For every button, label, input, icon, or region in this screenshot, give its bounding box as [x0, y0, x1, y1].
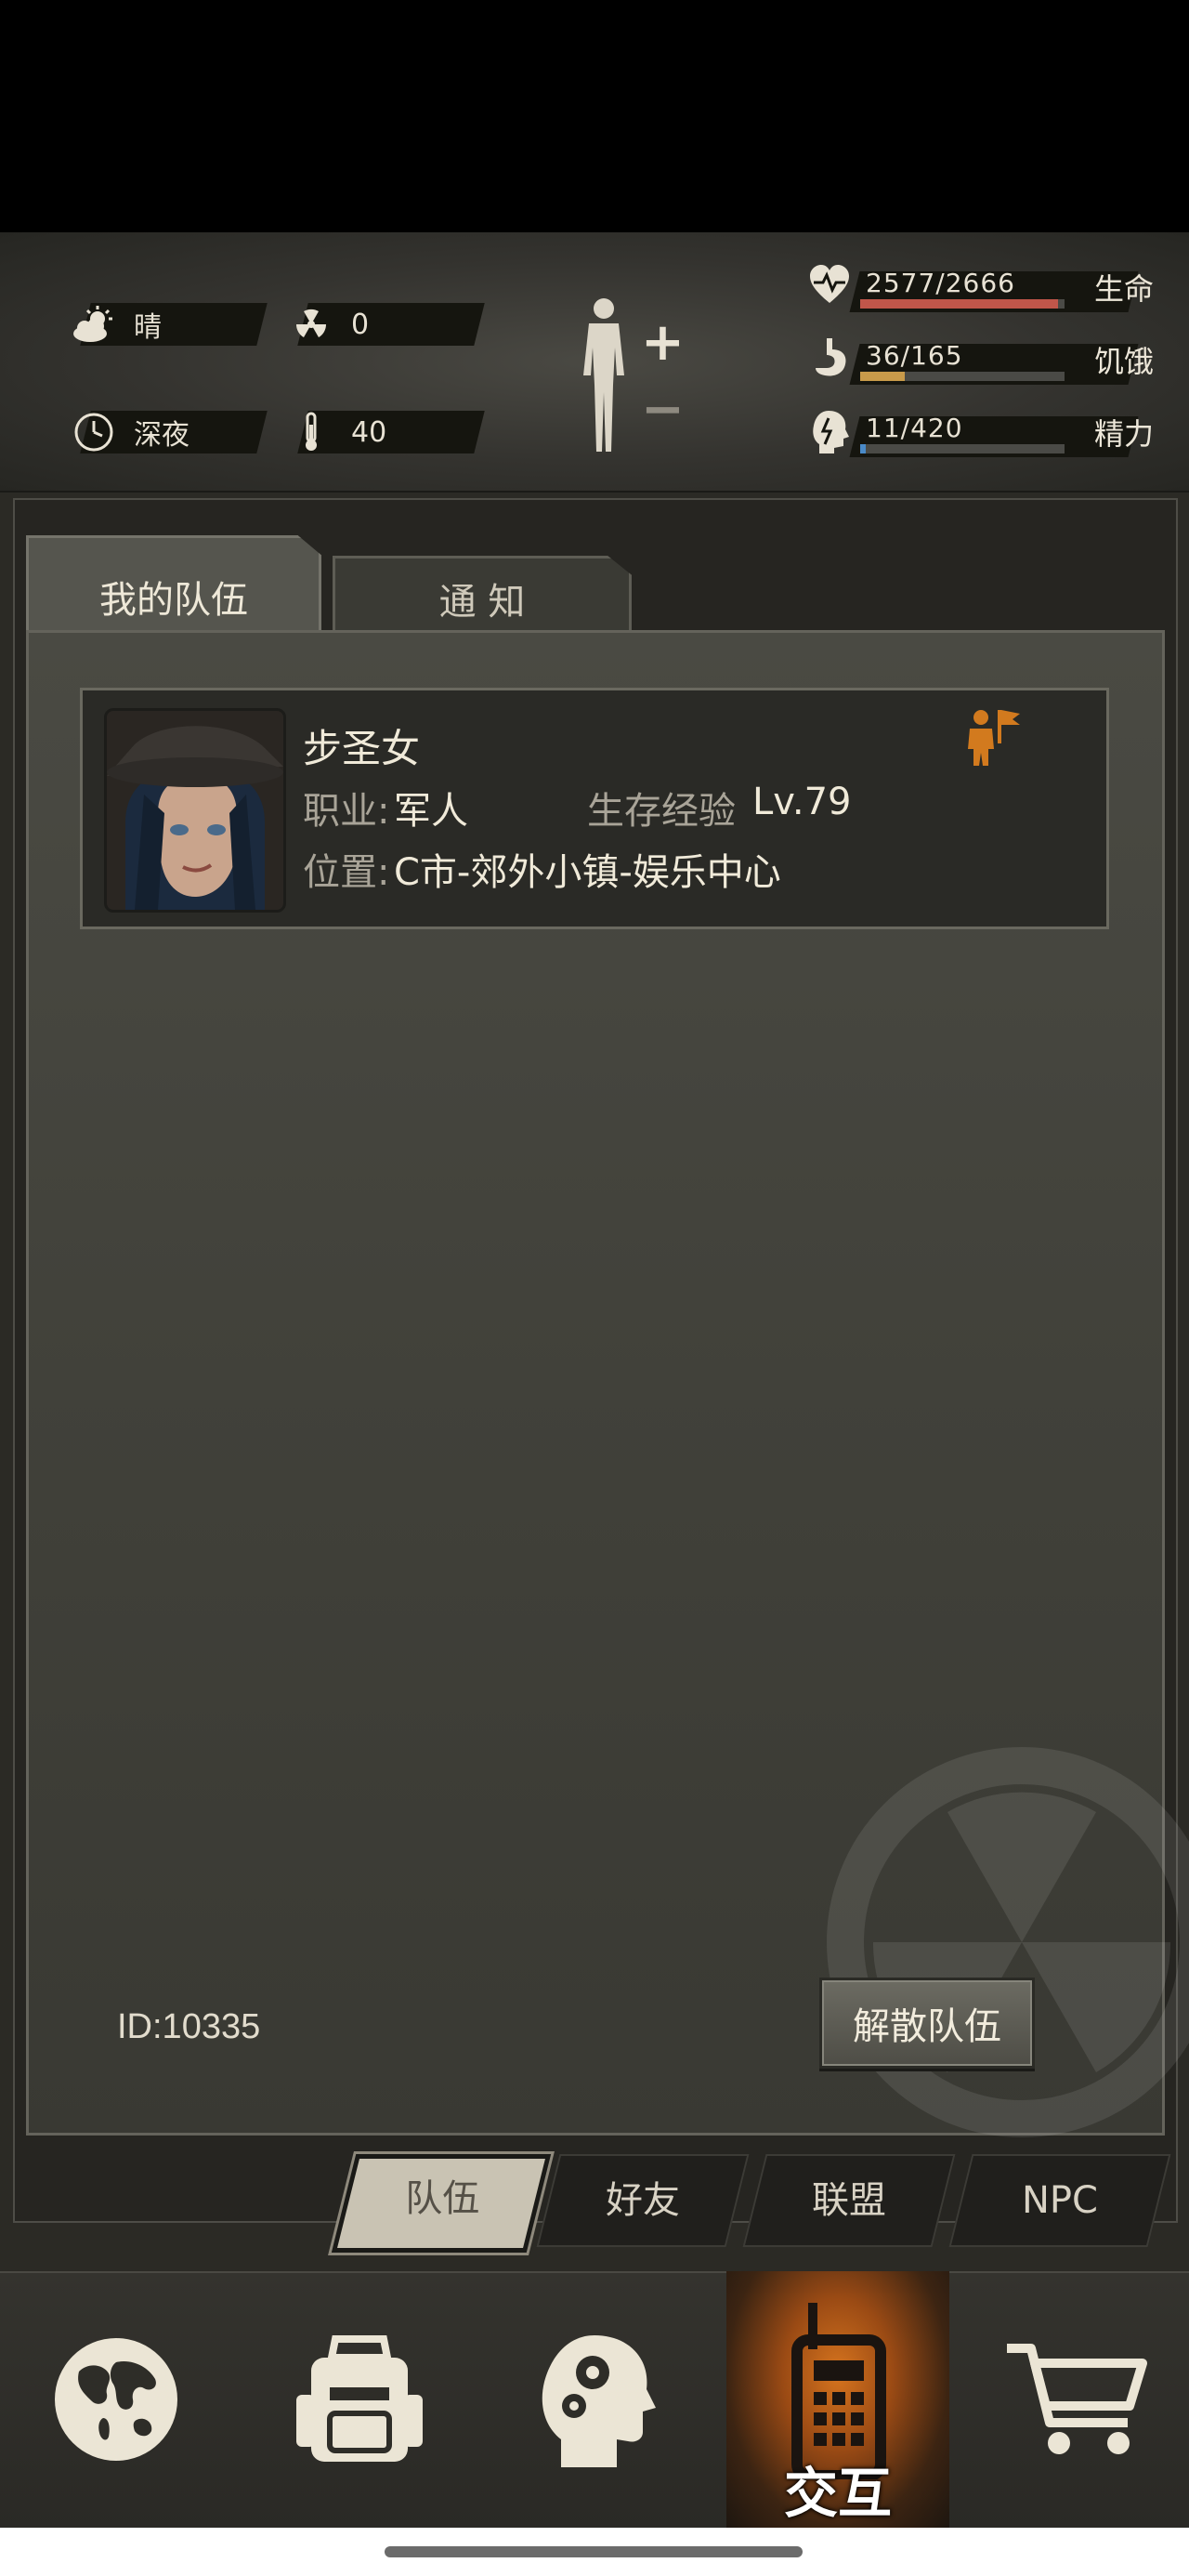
survival-exp-value: Lv.79 [752, 781, 852, 823]
survival-exp-label: 生存经验 [587, 790, 736, 833]
tab-my-team[interactable]: 我的队伍 [26, 535, 321, 635]
radiation-watermark-icon [827, 1747, 1189, 2137]
body-plus-icon[interactable]: + [641, 312, 685, 373]
time-chip[interactable]: 深夜 [74, 411, 268, 453]
subtab-team-label: 队伍 [405, 2177, 480, 2220]
radiation-icon [288, 301, 334, 348]
hunger-label: 饥饿 [1094, 344, 1155, 379]
head-gears-icon [542, 2335, 656, 2467]
health-label: 生命 [1094, 271, 1155, 307]
backpack-icon [296, 2335, 423, 2462]
nav-world-button[interactable] [0, 2271, 232, 2528]
status-bar [0, 0, 1189, 232]
location-value: C市-郊外小镇-娱乐中心 [394, 851, 781, 894]
team-id: ID:10335 [117, 2007, 261, 2046]
body-figure-icon [583, 298, 624, 452]
heart-icon [810, 265, 849, 303]
home-indicator[interactable] [385, 2546, 803, 2557]
sun-cloud-icon [71, 301, 117, 348]
nav-interact-label: 交互 [783, 2462, 892, 2525]
location-label: 位置: [303, 851, 390, 894]
globe-icon [55, 2338, 177, 2461]
top-hud: 晴 0 深夜 40 + − 2577/2666 生命 36/165 饥饿 11/… [0, 232, 1189, 493]
radiation-chip[interactable]: 0 [295, 303, 485, 346]
energy-bar-fill [860, 444, 866, 453]
job-value: 军人 [394, 790, 468, 833]
hunger-bar-fill [860, 372, 905, 381]
energy-stat: 11/420 精力 [799, 405, 1170, 457]
hunger-stat: 36/165 饥饿 [799, 333, 1170, 385]
health-value: 2577/2666 [866, 268, 1015, 298]
energy-label: 精力 [1094, 416, 1155, 452]
radiation-value: 0 [351, 308, 370, 341]
temperature-chip[interactable]: 40 [297, 411, 485, 453]
member-name: 步圣女 [303, 726, 421, 771]
energy-value: 11/420 [866, 413, 963, 443]
body-minus-icon[interactable]: − [641, 379, 685, 440]
clock-icon [71, 409, 117, 455]
subtab-friends-label: 好友 [606, 2179, 680, 2222]
tab-notice[interactable]: 通 知 [333, 556, 632, 633]
subtab-team[interactable]: 队伍 [331, 2154, 552, 2253]
subtab-alliance[interactable]: 联盟 [742, 2154, 956, 2247]
tab-notice-label: 通 知 [438, 581, 526, 624]
nav-skills-button[interactable] [483, 2271, 715, 2528]
job-label: 职业: [303, 790, 390, 833]
time-label: 深夜 [134, 419, 189, 452]
leader-flag-icon [968, 710, 1020, 766]
nav-bag-button[interactable] [243, 2271, 476, 2528]
social-subtabs: 队伍 好友 联盟 NPC [325, 2154, 1178, 2253]
subtab-npc[interactable]: NPC [948, 2154, 1171, 2247]
subtab-friends[interactable]: 好友 [536, 2154, 750, 2247]
health-bar-fill [860, 299, 1058, 309]
subtab-npc-label: NPC [1022, 2179, 1098, 2222]
tab-my-team-label: 我的队伍 [99, 579, 248, 622]
hunger-value: 36/165 [866, 340, 963, 371]
health-stat: 2577/2666 生命 [799, 260, 1170, 312]
shopping-cart-icon [1007, 2344, 1147, 2454]
disband-team-button[interactable]: 解散队伍 [819, 1978, 1035, 2069]
stomach-icon [816, 338, 846, 376]
brain-icon [813, 411, 849, 453]
weather-chip[interactable]: 晴 [73, 303, 268, 346]
subtab-alliance-label: 联盟 [812, 2179, 886, 2222]
avatar [104, 708, 286, 913]
temperature-value: 40 [351, 415, 387, 449]
nav-shop-button[interactable] [966, 2271, 1189, 2528]
weather-label: 晴 [134, 311, 162, 344]
thermometer-icon [288, 409, 334, 455]
